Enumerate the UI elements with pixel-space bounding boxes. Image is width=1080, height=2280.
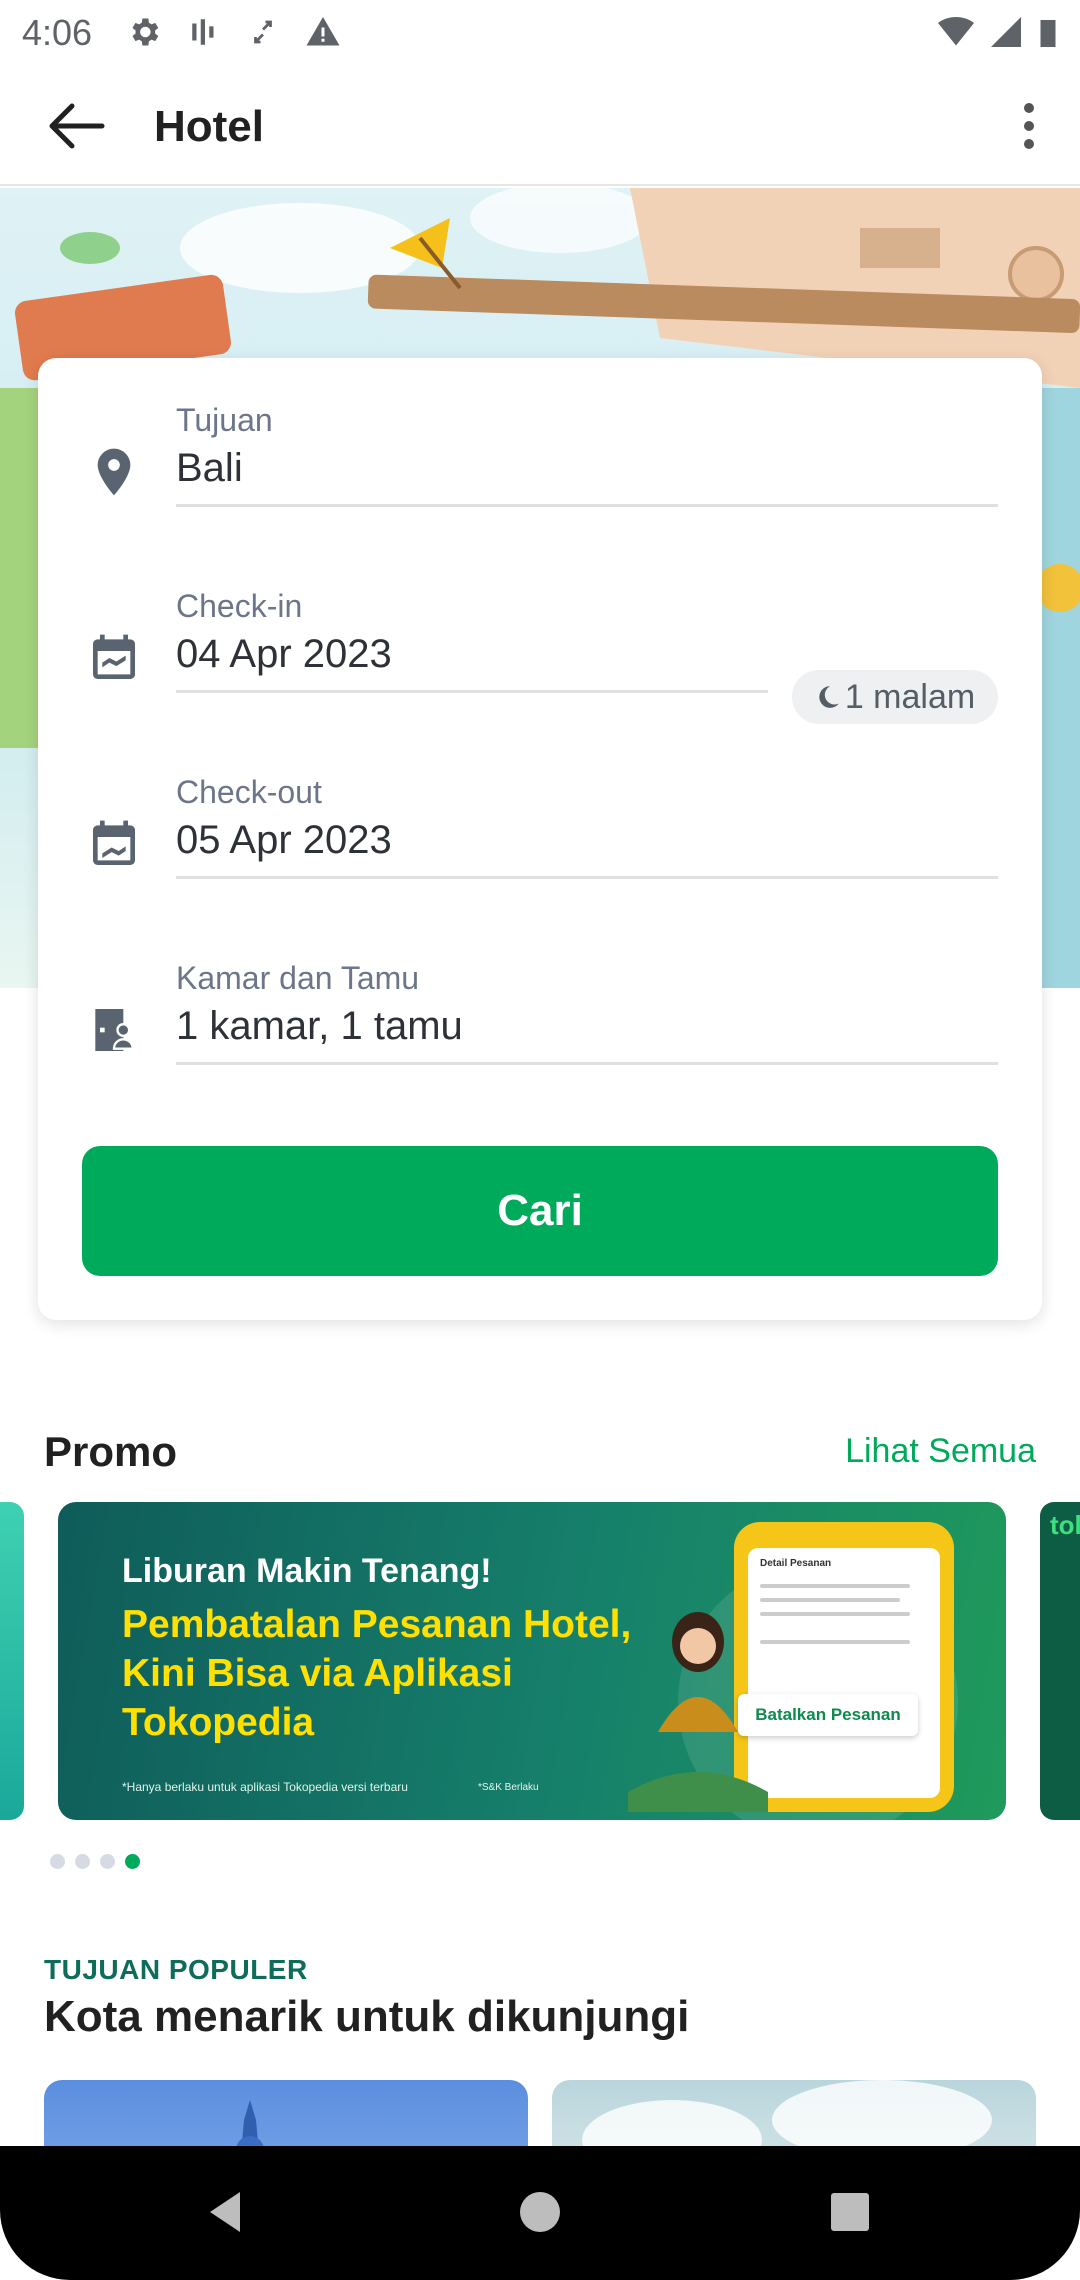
phone-line [760, 1598, 900, 1602]
checkin-divider [176, 690, 768, 693]
room-guest-icon [95, 1009, 134, 1051]
checkout-divider [176, 876, 998, 879]
status-bar: 4:06 [0, 0, 1080, 66]
carousel-dot [75, 1854, 90, 1869]
search-card: Tujuan Bali Check-in 04 Apr 2023 1 malam… [38, 358, 1042, 1320]
popular-kicker: TUJUAN POPULER [44, 1954, 308, 1985]
promo-title: Promo [44, 1428, 178, 1475]
rooms-guests-value: 1 kamar, 1 tamu [176, 1004, 463, 1048]
checkout-value: 05 Apr 2023 [176, 818, 392, 862]
rooms-guests-label: Kamar dan Tamu [176, 960, 420, 996]
carousel-dot [100, 1854, 115, 1869]
more-vert-icon[interactable] [1004, 96, 1054, 156]
nav-recents-icon[interactable] [820, 2182, 880, 2242]
location-pin-icon [97, 448, 131, 496]
wifi-icon [938, 17, 974, 46]
battery-icon [1040, 20, 1056, 47]
banner-terms: *S&K Berlaku [478, 1782, 539, 1793]
cancel-booking-pill: Batalkan Pesanan [738, 1694, 918, 1736]
calendar-checkin-icon [93, 634, 135, 679]
cellular-icon [991, 17, 1021, 47]
status-time: 4:06 [22, 12, 93, 53]
phone-screen-title: Detail Pesanan [760, 1558, 832, 1569]
search-button[interactable]: Cari [82, 1146, 998, 1276]
checkout-field[interactable]: Check-out 05 Apr 2023 [38, 774, 1042, 884]
promo-banner[interactable]: Liburan Makin Tenang! Pembatalan Pesanan… [58, 1502, 1006, 1820]
checkout-label: Check-out [176, 774, 322, 810]
popular-title: Kota menarik untuk dikunjungi [44, 1992, 690, 2041]
destination-field[interactable]: Tujuan Bali [38, 402, 1042, 512]
settings-icon [132, 18, 159, 46]
warning-icon [306, 17, 340, 46]
data-arrows-icon [254, 20, 272, 44]
phone-line [760, 1640, 910, 1644]
phone-line [760, 1612, 910, 1616]
checkin-value: 04 Apr 2023 [176, 632, 392, 676]
carousel-dot [50, 1854, 65, 1869]
nav-home-icon[interactable] [510, 2182, 570, 2242]
banner-footnote: *Hanya berlaku untuk aplikasi Tokopedia … [122, 1780, 408, 1794]
signal-bars-icon [192, 19, 214, 45]
banner-headline: Liburan Makin Tenang! [122, 1552, 492, 1590]
nights-badge: 1 malam [792, 670, 998, 724]
nav-back-icon[interactable] [196, 2182, 256, 2242]
arrow-back-icon[interactable] [40, 96, 110, 156]
carousel-indicator [50, 1854, 140, 1869]
rooms-guests-divider [176, 1062, 998, 1065]
destination-divider [176, 504, 998, 507]
see-all-link[interactable]: Lihat Semua [845, 1432, 1036, 1471]
rooms-guests-field[interactable]: Kamar dan Tamu 1 kamar, 1 tamu [38, 960, 1042, 1070]
destination-label: Tujuan [176, 402, 273, 438]
system-navigation-bar [0, 2146, 1080, 2280]
nights-label: 1 malam [844, 677, 976, 716]
banner-subheadline: Pembatalan Pesanan Hotel, Kini Bisa via … [122, 1603, 632, 1744]
phone-line [760, 1584, 910, 1588]
destination-value: Bali [176, 446, 243, 490]
moon-icon [819, 686, 839, 708]
calendar-checkout-icon [93, 820, 135, 865]
next-banner-text: tol [1050, 1510, 1080, 1540]
promo-banner-previous[interactable] [0, 1502, 24, 1820]
app-bar: Hotel [0, 66, 1080, 186]
checkin-label: Check-in [176, 588, 303, 624]
promo-banner-next[interactable]: tol [1040, 1502, 1080, 1820]
carousel-dot-active [125, 1854, 140, 1869]
page-title: Hotel [154, 102, 264, 151]
